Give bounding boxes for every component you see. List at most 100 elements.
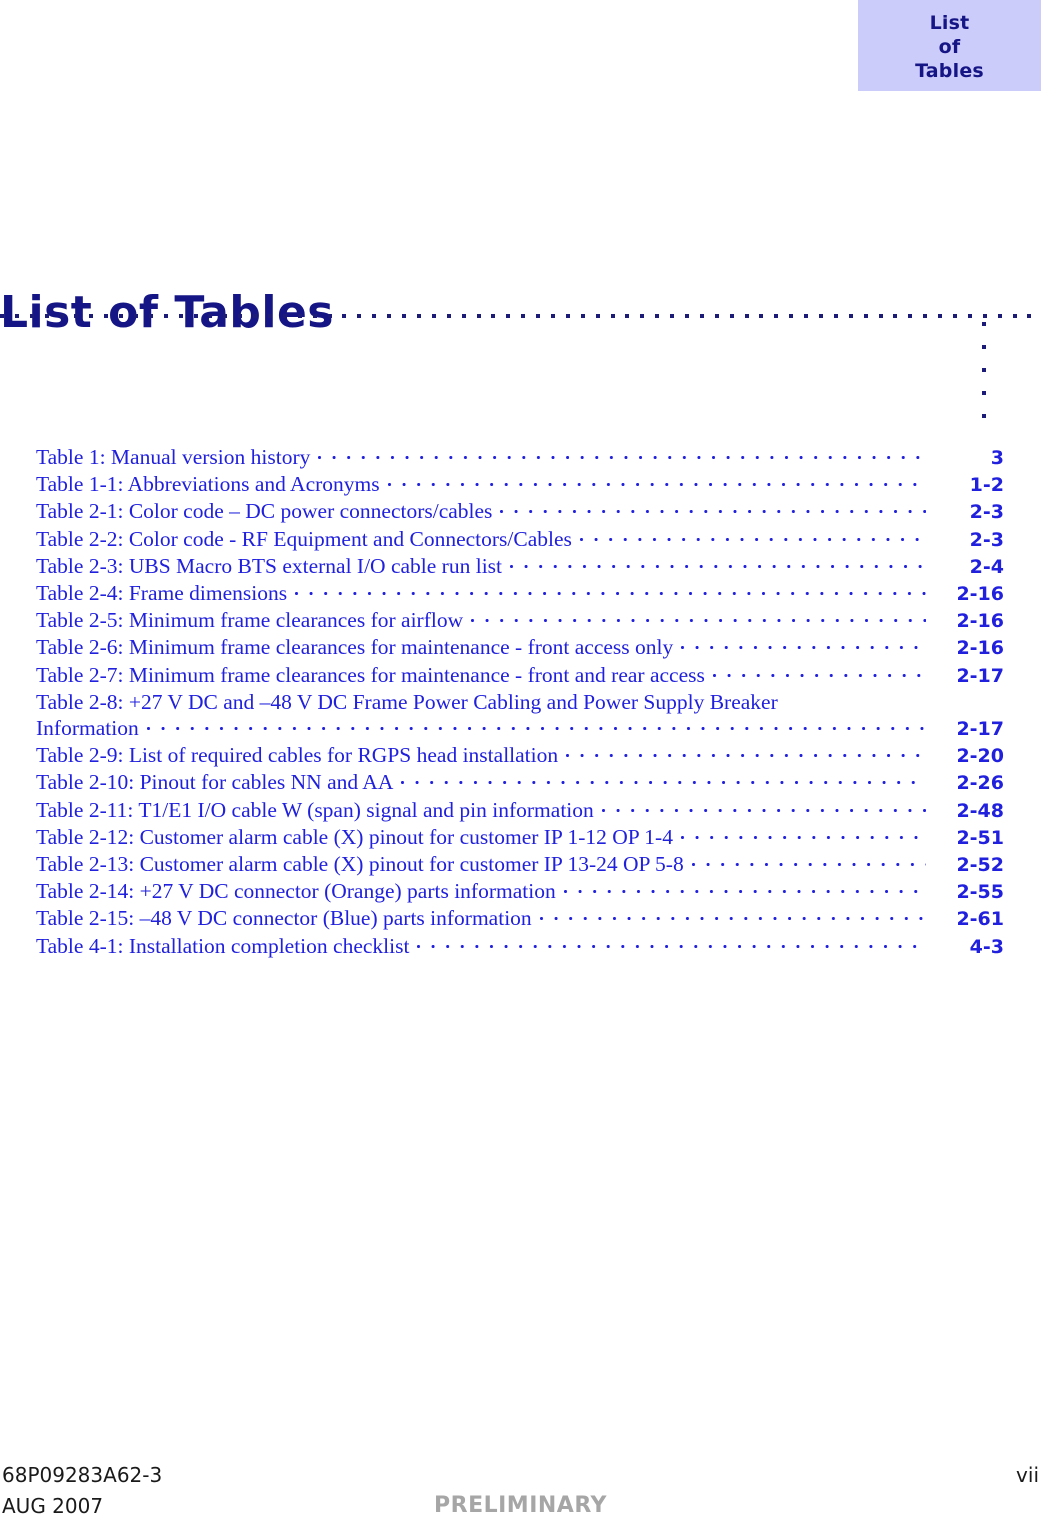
toc-entry-label: Table 2-4: Frame dimensions — [36, 581, 288, 606]
toc-entry[interactable]: Table 2-14: +27 V DC connector (Orange) … — [36, 878, 1004, 905]
rule-dot — [848, 314, 853, 318]
toc-entry-label: Table 2-5: Minimum frame clearances for … — [36, 608, 464, 633]
toc-entry-leader-dots — [417, 933, 926, 953]
footer-row-bottom: AUG 2007 PRELIMINARY — [0, 1493, 1041, 1524]
toc-entry-label: Table 2-1: Color code – DC power connect… — [36, 499, 493, 524]
toc-entry[interactable]: Table 2-10: Pinout for cables NN and AA 2… — [36, 769, 1004, 796]
rule-dot — [908, 314, 913, 318]
toc-entry-leader-dots — [471, 607, 926, 627]
toc-entry-label: Table 1-1: Abbreviations and Acronyms — [36, 472, 380, 497]
rule-dot — [610, 314, 615, 318]
toc-entry-label: Table 4-1: Installation completion check… — [36, 933, 410, 958]
rule-dot — [134, 314, 139, 318]
toc-entry-label: Table 2-2: Color code - RF Equipment and… — [36, 526, 572, 551]
rule-dot — [74, 314, 79, 318]
toc-entry-leader-dots — [539, 905, 926, 925]
toc-entry-page-number: 2-51 — [956, 826, 1004, 849]
thumb-tab-line-2: of — [938, 35, 961, 58]
toc-entry-label: Table 2-12: Customer alarm cable (X) pin… — [36, 824, 673, 849]
rule-dot — [44, 314, 49, 318]
toc-entry[interactable]: Table 2-5: Minimum frame clearances for … — [36, 607, 1004, 634]
toc-entry-page-number: 4-3 — [969, 935, 1004, 958]
toc-entry[interactable]: Table 2-6: Minimum frame clearances for … — [36, 634, 1004, 661]
toc-entry[interactable]: Table 2-15: –48 V DC connector (Blue) pa… — [36, 905, 1004, 932]
toc-entry-page-number: 2-3 — [969, 528, 1004, 551]
toc-entry-leader-dots — [401, 769, 926, 789]
toc-entry-label: Information — [36, 716, 139, 741]
rule-dot — [684, 314, 689, 318]
rule-dot — [744, 314, 749, 318]
toc-entry-page-number: 1-2 — [969, 474, 1004, 497]
toc-entry-leader-dots — [681, 634, 926, 654]
toc-entry[interactable]: Table 1-1: Abbreviations and Acronyms 1-2 — [36, 471, 1004, 498]
rule-dot — [342, 314, 347, 318]
thumb-tab-line-1: List — [929, 11, 970, 34]
rule-dot — [372, 314, 377, 318]
rule-dot — [476, 314, 481, 318]
toc-entry-page-number: 2-3 — [969, 501, 1004, 524]
toc-entry[interactable]: Table 2-12: Customer alarm cable (X) pin… — [36, 824, 1004, 851]
toc-entry-label: Table 2-8: +27 V DC and –48 V DC Frame P… — [36, 689, 778, 714]
rule-dot — [670, 314, 675, 318]
toc-entry-page-number: 2-61 — [956, 908, 1004, 931]
toc-entry[interactable]: Table 2-1: Color code – DC power connect… — [36, 498, 1004, 525]
toc-entry-label: Table 2-10: Pinout for cables NN and AA — [36, 770, 394, 795]
toc-entry[interactable]: Table 2-8: +27 V DC and –48 V DC Frame P… — [36, 689, 1004, 715]
rule-dot — [625, 314, 630, 318]
rule-dot — [550, 314, 555, 318]
rule-dot — [774, 314, 779, 318]
rule-dot — [729, 314, 734, 318]
toc-entry[interactable]: Table 1: Manual version history 3 — [36, 444, 1004, 471]
toc-entry-leader-dots — [387, 471, 926, 491]
toc-entry[interactable]: Table 2-3: UBS Macro BTS external I/O ca… — [36, 553, 1004, 580]
rule-dot — [506, 314, 511, 318]
toc-entry[interactable]: Table 2-2: Color code - RF Equipment and… — [36, 526, 1004, 553]
toc-entry-leader-dots — [691, 851, 926, 871]
toc-entry-leader-dots — [601, 797, 926, 817]
toc-entry[interactable]: Table 4-1: Installation completion check… — [36, 933, 1004, 960]
toc-entry[interactable]: Table 2-13: Customer alarm cable (X) pin… — [36, 851, 1004, 878]
rule-dot — [982, 368, 986, 372]
rule-dot — [789, 314, 794, 318]
rule-dot — [714, 314, 719, 318]
toc-entry-leader-dots — [295, 580, 926, 600]
rule-dot — [1027, 314, 1032, 318]
toc-entry[interactable]: Table 2-4: Frame dimensions 2-16 — [36, 580, 1004, 607]
toc-entry-page-number: 3 — [990, 447, 1004, 469]
toc-entry-label: Table 2-15: –48 V DC connector (Blue) pa… — [36, 906, 532, 931]
rule-dot — [699, 314, 704, 318]
toc-entry[interactable]: Table 2-11: T1/E1 I/O cable W (span) sig… — [36, 797, 1004, 824]
rule-dot — [327, 314, 332, 318]
toc-entry-page-number: 2-55 — [956, 881, 1004, 904]
toc-entry-page-number: 2-4 — [969, 555, 1004, 578]
rule-dot — [491, 314, 496, 318]
rule-dot — [282, 314, 287, 318]
toc-entry-page-number: 2-16 — [956, 637, 1004, 660]
list-of-tables-entries: Table 1: Manual version history 3 Table 1-… — [36, 444, 1004, 960]
rule-dot — [982, 314, 987, 318]
toc-entry-label: Table 2-14: +27 V DC connector (Orange) … — [36, 879, 556, 904]
footer-watermark: PRELIMINARY — [434, 1493, 607, 1518]
toc-entry[interactable]: Table 2-7: Minimum frame clearances for … — [36, 662, 1004, 689]
rule-dot — [580, 314, 585, 318]
toc-entry-label: Table 2-3: UBS Macro BTS external I/O ca… — [36, 553, 503, 578]
rule-dot — [208, 314, 213, 318]
toc-entry-page-number: 2-17 — [956, 664, 1004, 687]
toc-entry-label: Table 2-13: Customer alarm cable (X) pin… — [36, 852, 684, 877]
rule-dot — [402, 314, 407, 318]
rule-dot — [640, 314, 645, 318]
toc-entry-leader-dots — [566, 742, 926, 762]
rule-dot — [431, 314, 436, 318]
rule-dot — [148, 314, 153, 318]
toc-entry[interactable]: Table 2-9: List of required cables for R… — [36, 742, 1004, 769]
toc-entry[interactable]: Information 2-17 — [36, 715, 1004, 742]
toc-entry-leader-dots — [563, 878, 926, 898]
rule-dot — [29, 314, 34, 318]
rule-dot — [461, 314, 466, 318]
rule-dot — [119, 314, 124, 318]
rule-dot — [655, 314, 660, 318]
toc-entry-page-number: 2-20 — [956, 745, 1004, 768]
rule-dot — [446, 314, 451, 318]
toc-entry-leader-dots — [318, 444, 926, 464]
rule-dot — [268, 314, 273, 318]
